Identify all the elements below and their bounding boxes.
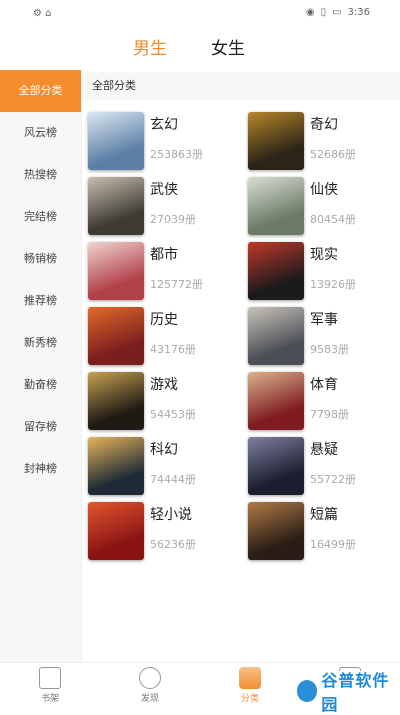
sidebar-item[interactable]: 全部分类 bbox=[0, 70, 81, 112]
sidebar-item[interactable]: 封神榜 bbox=[0, 448, 81, 490]
category-name: 现实 bbox=[310, 247, 338, 263]
category-name: 军事 bbox=[310, 312, 338, 328]
nav-item[interactable]: 书架 bbox=[20, 667, 80, 704]
category-count: 253863册 bbox=[150, 148, 203, 161]
compass-icon bbox=[139, 667, 161, 689]
category-name: 历史 bbox=[150, 312, 178, 328]
category-count: 52686册 bbox=[310, 148, 356, 161]
category-name: 武侠 bbox=[150, 182, 178, 198]
category-count: 9583册 bbox=[310, 343, 349, 356]
status-bar: ⚙ ⌂ ◉ ▯ ▭ 3:36 bbox=[0, 0, 400, 26]
sidebar-item[interactable]: 畅销榜 bbox=[0, 238, 81, 280]
nav-item[interactable]: 分类 bbox=[220, 667, 280, 704]
sidebar-item[interactable]: 热搜榜 bbox=[0, 154, 81, 196]
book-cover bbox=[248, 177, 304, 235]
book-cover bbox=[248, 502, 304, 560]
category-item[interactable]: 都市 125772册 bbox=[88, 242, 238, 300]
status-left: ⚙ ⌂ bbox=[33, 8, 52, 19]
category-name: 科幻 bbox=[150, 442, 178, 458]
category-name: 悬疑 bbox=[310, 442, 338, 458]
category-count: 55722册 bbox=[310, 473, 356, 486]
category-count: 56236册 bbox=[150, 538, 196, 551]
vibrate-icon: ▯ bbox=[320, 7, 327, 18]
category-name: 轻小说 bbox=[150, 507, 192, 523]
sidebar-item[interactable]: 风云榜 bbox=[0, 112, 81, 154]
book-cover bbox=[248, 372, 304, 430]
tab-male[interactable]: 男生 bbox=[133, 34, 167, 59]
category-count: 16499册 bbox=[310, 538, 356, 551]
category-name: 奇幻 bbox=[310, 117, 338, 133]
category-item[interactable]: 游戏 54453册 bbox=[88, 372, 238, 430]
category-name: 体育 bbox=[310, 377, 338, 393]
category-count: 74444册 bbox=[150, 473, 196, 486]
category-name: 都市 bbox=[150, 247, 178, 263]
category-item[interactable]: 科幻 74444册 bbox=[88, 437, 238, 495]
watermark-logo-icon bbox=[297, 680, 318, 702]
book-cover bbox=[248, 307, 304, 365]
gender-tabs: 男生 女生 bbox=[0, 34, 400, 64]
category-name: 玄幻 bbox=[150, 117, 178, 133]
sidebar-item[interactable]: 留存榜 bbox=[0, 406, 81, 448]
book-cover bbox=[88, 437, 144, 495]
bookshelf-icon bbox=[39, 667, 61, 689]
nav-item[interactable]: 发现 bbox=[120, 667, 180, 704]
category-count: 54453册 bbox=[150, 408, 196, 421]
eye-icon: ◉ bbox=[305, 7, 315, 18]
book-cover bbox=[248, 112, 304, 170]
sidebar-item[interactable]: 推荐榜 bbox=[0, 280, 81, 322]
book-cover bbox=[88, 372, 144, 430]
category-name: 仙侠 bbox=[310, 182, 338, 198]
category-count: 80454册 bbox=[310, 213, 356, 226]
sidebar-item[interactable]: 新秀榜 bbox=[0, 322, 81, 364]
nav-label: 书架 bbox=[40, 694, 59, 704]
category-count: 7798册 bbox=[310, 408, 349, 421]
category-item[interactable]: 历史 43176册 bbox=[88, 307, 238, 365]
category-item[interactable]: 轻小说 56236册 bbox=[88, 502, 238, 560]
section-header: 全部分类 bbox=[82, 72, 400, 100]
book-cover bbox=[88, 502, 144, 560]
category-name: 短篇 bbox=[310, 507, 338, 523]
category-count: 27039册 bbox=[150, 213, 196, 226]
category-item[interactable]: 悬疑 55722册 bbox=[248, 437, 398, 495]
book-cover bbox=[248, 242, 304, 300]
category-count: 13926册 bbox=[310, 278, 356, 291]
nav-label: 发现 bbox=[140, 694, 159, 704]
category-item[interactable]: 现实 13926册 bbox=[248, 242, 398, 300]
category-item[interactable]: 体育 7798册 bbox=[248, 372, 398, 430]
book-cover bbox=[88, 307, 144, 365]
sidebar-item[interactable]: 完结榜 bbox=[0, 196, 81, 238]
book-cover bbox=[88, 177, 144, 235]
sidebar-item[interactable]: 勤奋榜 bbox=[0, 364, 81, 406]
category-item[interactable]: 武侠 27039册 bbox=[88, 177, 238, 235]
category-item[interactable]: 玄幻 253863册 bbox=[88, 112, 238, 170]
category-item[interactable]: 短篇 16499册 bbox=[248, 502, 398, 560]
status-time: 3:36 bbox=[347, 7, 370, 18]
category-count: 43176册 bbox=[150, 343, 196, 356]
category-item[interactable]: 仙侠 80454册 bbox=[248, 177, 398, 235]
tab-female[interactable]: 女生 bbox=[211, 34, 245, 59]
watermark-text: 谷普软件园 bbox=[321, 671, 390, 714]
battery-icon: ▭ bbox=[332, 7, 342, 18]
book-cover bbox=[88, 112, 144, 170]
category-name: 游戏 bbox=[150, 377, 178, 393]
sidebar: 全部分类 风云榜 热搜榜 完结榜 畅销榜 推荐榜 新秀榜 勤奋榜 留存榜 封神榜 bbox=[0, 70, 82, 662]
category-item[interactable]: 军事 9583册 bbox=[248, 307, 398, 365]
category-item[interactable]: 奇幻 52686册 bbox=[248, 112, 398, 170]
watermark: 谷普软件园 bbox=[275, 671, 400, 714]
nav-label: 分类 bbox=[240, 694, 259, 704]
category-count: 125772册 bbox=[150, 278, 203, 291]
status-right: ◉ ▯ ▭ 3:36 bbox=[306, 7, 370, 18]
category-icon bbox=[239, 667, 261, 689]
book-cover bbox=[248, 437, 304, 495]
book-cover bbox=[88, 242, 144, 300]
